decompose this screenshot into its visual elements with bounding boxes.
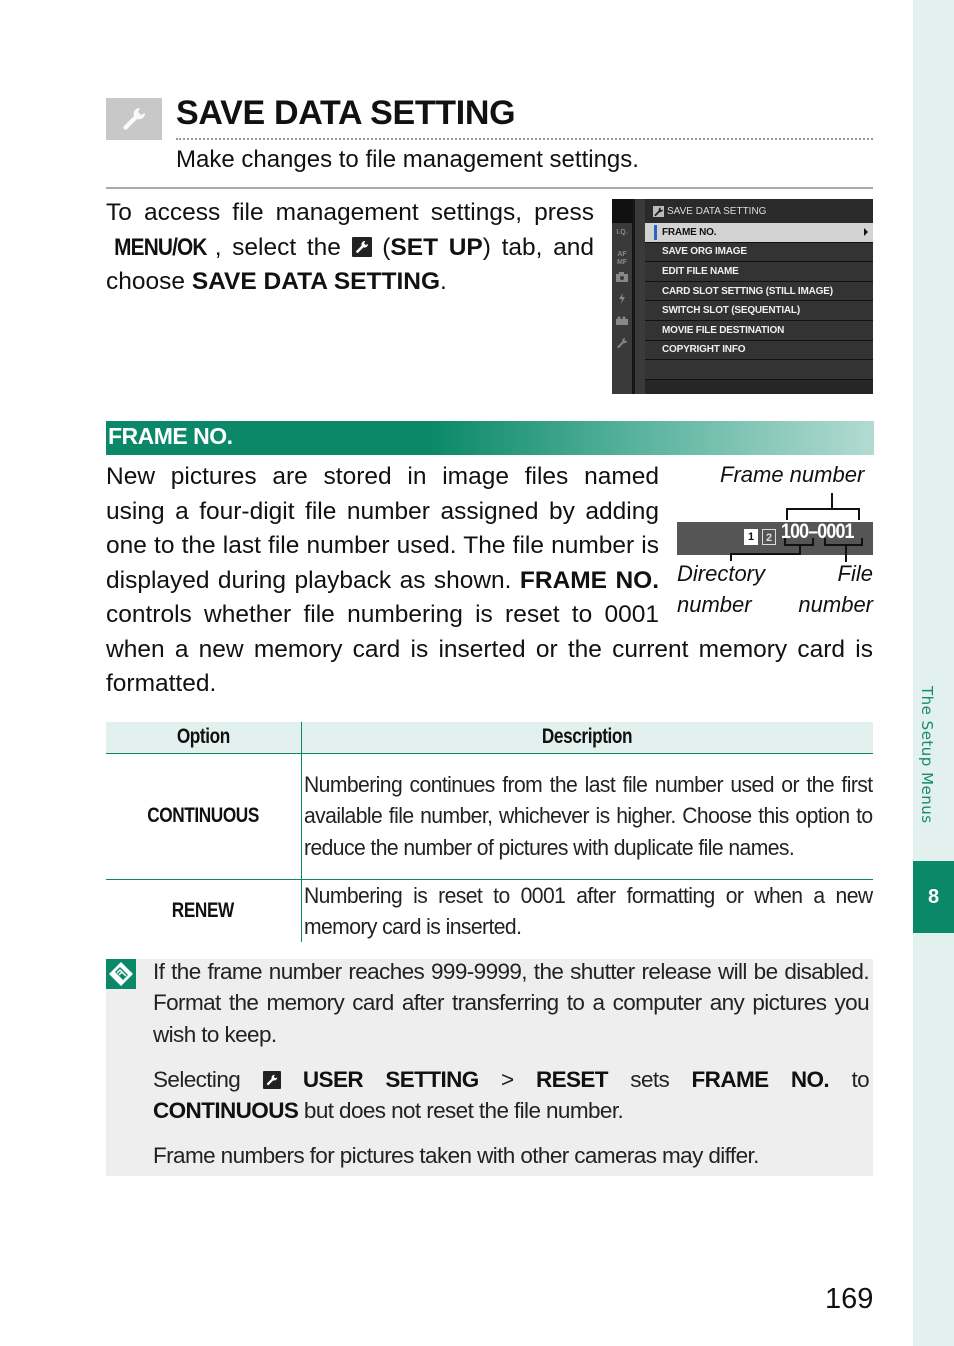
card-slot-2-icon: 2 — [762, 529, 776, 545]
wrench-icon — [653, 205, 664, 217]
chapter-side-strip — [913, 0, 954, 1346]
table-row: CONTINUOUS Numbering continues from the … — [106, 752, 873, 879]
options-table: Option Description CONTINUOUS Numbering … — [106, 722, 873, 943]
camera-menu-screenshot: I.Q. AF MF SAVE DATA SETTING FRAME NO. S… — [612, 199, 873, 394]
movie-icon — [613, 316, 631, 328]
figure-label-file: File — [837, 561, 873, 586]
wrench-icon — [106, 98, 162, 140]
chevron-right-icon — [864, 228, 868, 236]
chapter-side-label: The Setup Menus — [918, 686, 936, 824]
title-divider — [176, 138, 873, 140]
wrench-icon — [613, 337, 631, 352]
table-row: RENEW Numbering is reset to 0001 after f… — [106, 878, 873, 943]
camera-menu-header: SAVE DATA SETTING — [645, 199, 873, 223]
camera-menu-list: FRAME NO. SAVE ORG IMAGE EDIT FILE NAME … — [645, 223, 873, 380]
camera-menu-item-edit-file-name[interactable]: EDIT FILE NAME — [645, 262, 873, 282]
figure-label-directory: Directory — [677, 561, 766, 586]
frame-number-value: 100–0001 — [781, 520, 854, 543]
camera-menu-item-frame-no[interactable]: FRAME NO. — [645, 223, 873, 243]
intro-paragraph: To access file management settings, pres… — [106, 199, 594, 295]
option-continuous: CONTINUOUS — [106, 752, 301, 879]
note-icon — [106, 959, 136, 989]
menu-ok-button-ref: MENU/OK — [114, 233, 207, 261]
camera-icon — [613, 272, 631, 285]
menu-name-ref: SAVE DATA SETTING — [191, 268, 440, 295]
setup-tab-ref: SET UP — [390, 233, 483, 261]
figure-label-frame-number: Frame number — [720, 462, 865, 487]
option-renew: RENEW — [106, 878, 301, 943]
flash-icon — [613, 293, 631, 307]
note-text: If the frame number reaches 999-9999, th… — [153, 956, 870, 1186]
page-number: 169 — [825, 1283, 874, 1315]
af-mf-tab-icon: AF MF — [616, 251, 628, 266]
page-title: SAVE DATA SETTING — [176, 94, 516, 132]
table-header-description: Description — [300, 722, 873, 753]
table-header-option: Option — [106, 722, 301, 753]
chapter-tab[interactable]: 8 — [913, 861, 954, 933]
note-paragraph: If the frame number reaches 999-9999, th… — [153, 959, 870, 1047]
option-description: Numbering is reset to 0001 after formatt… — [300, 878, 873, 943]
iq-tab-icon: I.Q. — [616, 229, 628, 236]
table-header-row: Option Description — [106, 722, 873, 753]
option-description: Numbering continues from the last file n… — [300, 752, 873, 879]
camera-menu-item-save-org-image[interactable]: SAVE ORG IMAGE — [645, 242, 873, 263]
wrench-icon — [351, 236, 372, 257]
title-rule — [106, 187, 873, 189]
note-paragraph: Selecting USER SETTING > RESET sets FRAM… — [153, 1066, 870, 1124]
camera-menu-item-switch-slot[interactable]: SWITCH SLOT (SEQUENTIAL) — [645, 301, 873, 321]
wrench-icon — [262, 1070, 281, 1089]
card-slot-1-icon: 1 — [744, 529, 758, 545]
note-paragraph: Frame numbers for pictures taken with ot… — [153, 1143, 759, 1169]
camera-menu-item-card-slot-setting[interactable]: CARD SLOT SETTING (STILL IMAGE) — [645, 281, 873, 302]
frame-number-figure: Frame number 1 2 100–0001 Directory numb… — [676, 460, 873, 625]
page-subtitle: Make changes to file management settings… — [176, 146, 639, 173]
figure-label-directory-number: number — [677, 592, 752, 617]
camera-menu-item-copyright-info[interactable]: COPYRIGHT INFO — [645, 340, 873, 361]
figure-label-file-number: number — [798, 592, 873, 617]
section-heading-frame-no: FRAME NO. — [106, 421, 874, 455]
camera-menu-item-movie-file-destination[interactable]: MOVIE FILE DESTINATION — [645, 320, 873, 341]
